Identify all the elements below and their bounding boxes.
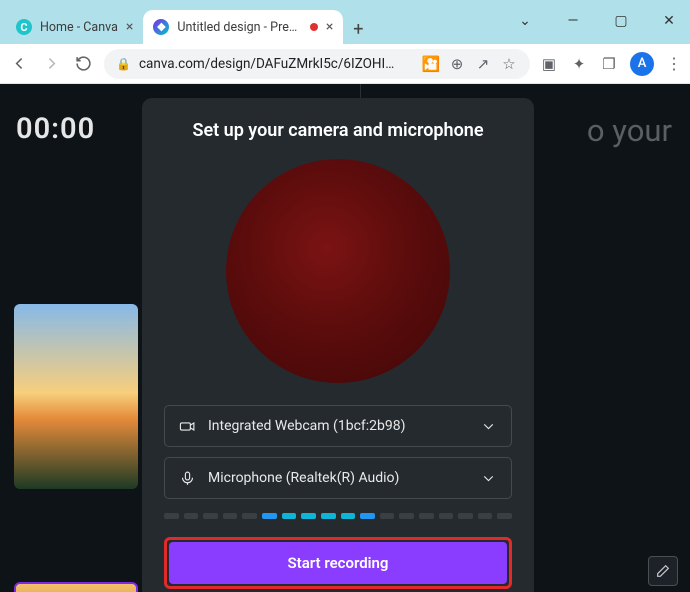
tab-close-icon[interactable]: ×: [326, 19, 333, 35]
chevron-down-icon: [480, 418, 497, 435]
tab-home-canva[interactable]: C Home - Canva ×: [6, 10, 143, 44]
extensions-icon[interactable]: ✦: [570, 55, 588, 73]
window-dropdown[interactable]: ⌄: [508, 8, 542, 34]
reader-icon[interactable]: ▣: [540, 55, 558, 73]
window-minimize[interactable]: —: [556, 8, 590, 34]
microphone-select[interactable]: Microphone (Realtek(R) Audio): [164, 457, 512, 499]
back-button[interactable]: [8, 53, 30, 75]
slide-thumbnail-1[interactable]: [14, 304, 138, 489]
edit-notes-button[interactable]: [648, 556, 678, 586]
canva-favicon-icon: ❖: [153, 19, 169, 35]
app-canvas: 00:00 o your Set up your camera and micr…: [0, 84, 690, 592]
canva-favicon-icon: C: [16, 19, 32, 35]
camera-select-label: Integrated Webcam (1bcf:2b98): [208, 418, 406, 434]
recording-timer: 00:00: [16, 112, 95, 146]
bookmark-star-icon[interactable]: ☆: [500, 55, 518, 73]
window-controls: ⌄ — ▢ ✕: [508, 8, 686, 34]
chevron-down-icon: [480, 470, 497, 487]
camera-icon: [179, 418, 196, 435]
camera-preview: [226, 159, 450, 383]
tab-close-icon[interactable]: ×: [126, 19, 133, 35]
modal-title: Set up your camera and microphone: [164, 120, 512, 141]
tab-title: Home - Canva: [40, 20, 118, 35]
camera-setup-modal: Set up your camera and microphone Integr…: [142, 98, 534, 592]
window-maximize[interactable]: ▢: [604, 8, 638, 34]
camera-select[interactable]: Integrated Webcam (1bcf:2b98): [164, 405, 512, 447]
forward-button[interactable]: [40, 53, 62, 75]
microphone-select-label: Microphone (Realtek(R) Audio): [208, 470, 399, 486]
address-bar[interactable]: 🔒 canva.com/design/DAFuZMrkI5c/6IZOHI… 🎦…: [104, 49, 530, 79]
url-text: canva.com/design/DAFuZMrkI5c/6IZOHI…: [139, 56, 414, 72]
reload-button[interactable]: [72, 53, 94, 75]
window-close[interactable]: ✕: [652, 8, 686, 34]
mic-level-meter: [164, 513, 512, 519]
background-slide-text: o your: [587, 112, 672, 149]
new-tab-button[interactable]: +: [343, 14, 373, 44]
browser-menu-button[interactable]: ⋮: [666, 54, 682, 73]
slide-thumbnail-2[interactable]: [14, 582, 138, 592]
lock-icon: 🔒: [116, 57, 131, 71]
microphone-icon: [179, 470, 196, 487]
share-icon[interactable]: ↗: [474, 55, 492, 73]
tab-title: Untitled design - Presen: [177, 20, 302, 35]
sidepanel-icon[interactable]: ❐: [600, 55, 618, 73]
start-recording-button[interactable]: Start recording: [169, 542, 507, 584]
camera-indicator-icon[interactable]: 🎦: [422, 55, 440, 73]
tab-untitled-design[interactable]: ❖ Untitled design - Presen ×: [143, 10, 343, 44]
recording-indicator-icon: [310, 23, 318, 31]
start-recording-highlight: Start recording: [164, 537, 512, 589]
browser-toolbar: 🔒 canva.com/design/DAFuZMrkI5c/6IZOHI… 🎦…: [0, 44, 690, 84]
zoom-icon[interactable]: ⊕: [448, 55, 466, 73]
profile-avatar[interactable]: A: [630, 52, 654, 76]
